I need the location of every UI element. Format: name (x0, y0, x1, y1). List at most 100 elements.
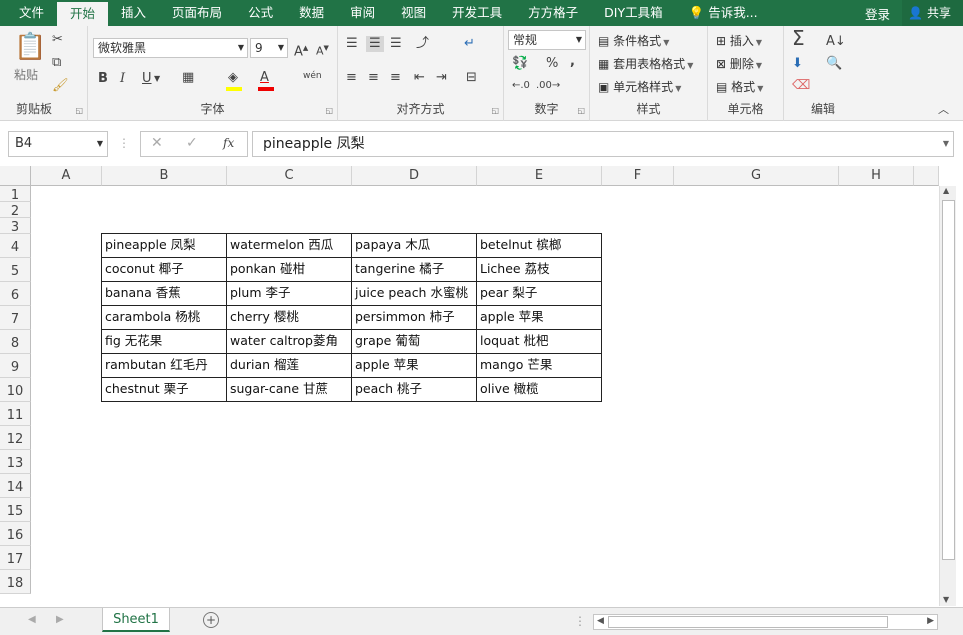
cell-e5[interactable]: Lichee 荔枝 (476, 257, 602, 282)
cut-icon[interactable]: ✂ (52, 32, 63, 48)
cell-d5[interactable]: tangerine 橘子 (351, 257, 477, 282)
row-header-8[interactable]: 8 (0, 330, 31, 354)
tab-10[interactable]: DIY工具箱 (591, 0, 675, 26)
scroll-up-icon[interactable]: ▲ (943, 186, 949, 195)
row-header-4[interactable]: 4 (0, 234, 31, 258)
cell-b9[interactable]: rambutan 红毛丹 (101, 353, 227, 378)
decrease-indent-icon[interactable]: ⇤ (414, 70, 425, 86)
align-right-icon[interactable]: ≡ (390, 70, 401, 86)
horizontal-scrollbar[interactable]: ◀ ▶ (593, 614, 938, 630)
cell-c10[interactable]: sugar-cane 甘蔗 (226, 377, 352, 402)
orientation-icon[interactable]: ⤴ (416, 36, 429, 52)
insert-cells-button[interactable]: ⊞ 插入 ▼ (716, 32, 762, 49)
name-box[interactable]: B4 ▼ (8, 131, 108, 157)
enter-icon[interactable]: ✓ (186, 135, 198, 151)
align-top-icon[interactable]: ☰ (346, 36, 358, 52)
hscroll-thumb[interactable] (608, 616, 888, 628)
cell-e4[interactable]: betelnut 槟榔 (476, 233, 602, 258)
column-header-e[interactable]: E (477, 166, 602, 186)
chevron-down-icon[interactable]: ▼ (154, 71, 160, 87)
alignment-launcher-icon[interactable]: ◱ (491, 106, 499, 115)
share-button[interactable]: 👤 共享 (902, 0, 963, 26)
column-header-f[interactable]: F (602, 166, 674, 186)
cell-b4[interactable]: pineapple 凤梨 (101, 233, 227, 258)
row-header-5[interactable]: 5 (0, 258, 31, 282)
decrease-decimal-icon[interactable]: .00→ (536, 78, 560, 94)
tab-3[interactable]: 页面布局 (159, 0, 235, 26)
split-handle-icon[interactable]: ⋮ (574, 614, 586, 628)
cell-b7[interactable]: carambola 杨桃 (101, 305, 227, 330)
align-bottom-icon[interactable]: ☰ (390, 36, 402, 52)
row-header-12[interactable]: 12 (0, 426, 31, 450)
row-header-9[interactable]: 9 (0, 354, 31, 378)
delete-cells-button[interactable]: ⊠ 删除 ▼ (716, 55, 762, 72)
phonetic-icon[interactable]: wén (303, 68, 322, 84)
collapse-ribbon-icon[interactable]: ︿ (938, 102, 949, 118)
row-header-3[interactable]: 3 (0, 218, 31, 235)
find-icon[interactable]: 🔍 (826, 56, 842, 72)
align-middle-icon[interactable]: ☰ (366, 36, 384, 52)
row-header-1[interactable]: 1 (0, 186, 31, 203)
underline-button[interactable]: U (142, 71, 152, 87)
wrap-text-icon[interactable]: ↵ (464, 36, 475, 52)
cell-c7[interactable]: cherry 樱桃 (226, 305, 352, 330)
tab-5[interactable]: 数据 (286, 0, 337, 26)
clipboard-launcher-icon[interactable]: ◱ (75, 106, 83, 115)
cell-b5[interactable]: coconut 椰子 (101, 257, 227, 282)
paste-button[interactable]: 粘贴 (14, 66, 38, 83)
font-name-select[interactable]: 微软雅黑 ▼ (93, 38, 248, 58)
formula-input[interactable]: pineapple 凤梨 ▼ (252, 131, 954, 157)
column-header-a[interactable]: A (31, 166, 102, 186)
column-header-h[interactable]: H (839, 166, 914, 186)
tab-0[interactable]: 文件 (6, 0, 57, 26)
font-size-select[interactable]: 9 ▼ (250, 38, 288, 58)
cell-d9[interactable]: apple 苹果 (351, 353, 477, 378)
column-header-c[interactable]: C (227, 166, 352, 186)
column-header-g[interactable]: G (674, 166, 839, 186)
fill-color-icon[interactable]: ◈ (228, 70, 238, 86)
cell-d4[interactable]: papaya 木瓜 (351, 233, 477, 258)
row-header-13[interactable]: 13 (0, 450, 31, 474)
cell-d10[interactable]: peach 桃子 (351, 377, 477, 402)
row-header-2[interactable]: 2 (0, 202, 31, 219)
border-icon[interactable]: ▦ (182, 70, 194, 86)
cell-e7[interactable]: apple 苹果 (476, 305, 602, 330)
paste-icon[interactable]: 📋 (14, 32, 46, 62)
font-color-button[interactable]: A (260, 70, 269, 86)
insert-function-button[interactable]: fx (223, 136, 234, 150)
number-format-select[interactable]: 常规 ▼ (508, 30, 586, 50)
sort-filter-icon[interactable]: A↓ (826, 34, 846, 50)
row-header-11[interactable]: 11 (0, 402, 31, 426)
cell-e8[interactable]: loquat 枇杷 (476, 329, 602, 354)
tell-me-box[interactable]: 💡 告诉我... (676, 0, 771, 26)
row-header-15[interactable]: 15 (0, 498, 31, 522)
select-all-button[interactable] (0, 166, 31, 186)
cell-e6[interactable]: pear 梨子 (476, 281, 602, 306)
next-sheet-icon[interactable]: ▶ (56, 614, 64, 625)
cell-b10[interactable]: chestnut 栗子 (101, 377, 227, 402)
font-launcher-icon[interactable]: ◱ (325, 106, 333, 115)
column-header-d[interactable]: D (352, 166, 477, 186)
align-left-icon[interactable]: ≡ (346, 70, 357, 86)
row-header-17[interactable]: 17 (0, 546, 31, 570)
cell-styles-button[interactable]: ▣ 单元格样式 ▼ (598, 78, 681, 95)
copy-icon[interactable]: ⧉ (52, 55, 61, 71)
row-header-14[interactable]: 14 (0, 474, 31, 498)
tab-9[interactable]: 方方格子 (515, 0, 591, 26)
currency-icon[interactable]: 💱 (512, 56, 528, 72)
comma-button[interactable]: , (570, 54, 575, 70)
tab-7[interactable]: 视图 (388, 0, 439, 26)
cell-c5[interactable]: ponkan 碰柑 (226, 257, 352, 282)
decrease-font-icon[interactable]: A▼ (316, 40, 329, 60)
italic-button[interactable]: I (120, 71, 125, 87)
row-header-7[interactable]: 7 (0, 306, 31, 330)
cell-d6[interactable]: juice peach 水蜜桃 (351, 281, 477, 306)
number-launcher-icon[interactable]: ◱ (577, 106, 585, 115)
tab-8[interactable]: 开发工具 (439, 0, 515, 26)
autosum-button[interactable]: Σ (792, 28, 805, 48)
cell-b8[interactable]: fig 无花果 (101, 329, 227, 354)
fill-icon[interactable]: ⬇ (792, 56, 803, 72)
scroll-left-icon[interactable]: ◀ (597, 616, 604, 626)
percent-button[interactable]: % (546, 56, 558, 72)
scroll-right-icon[interactable]: ▶ (927, 616, 934, 626)
